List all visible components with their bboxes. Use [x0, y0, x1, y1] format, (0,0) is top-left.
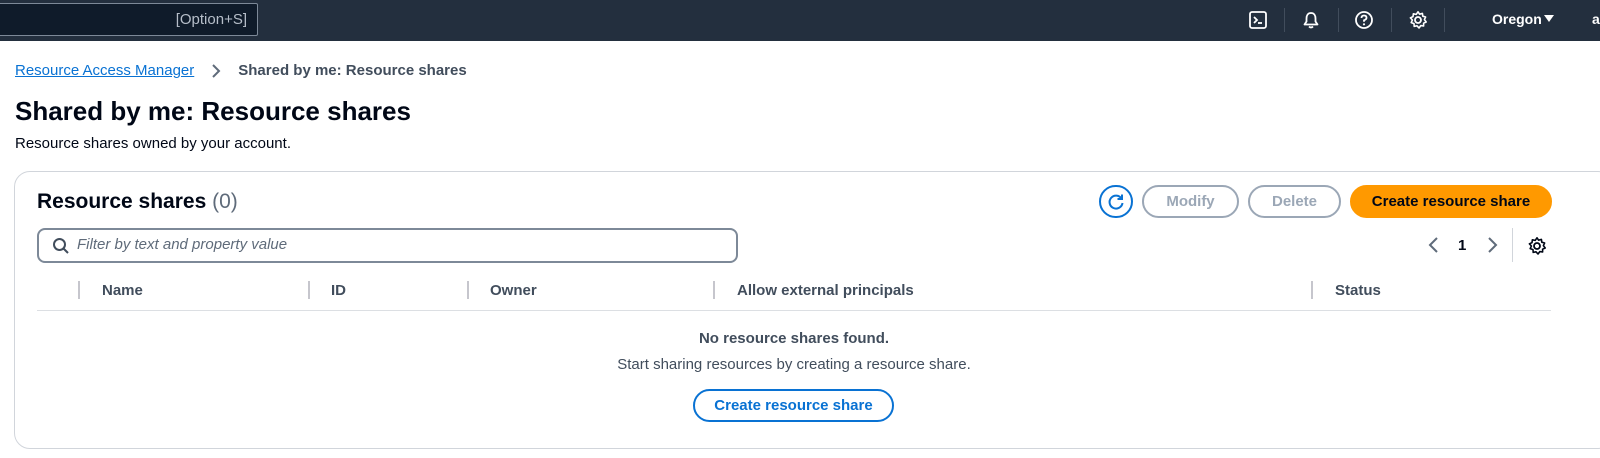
column-header-owner[interactable]: Owner [490, 282, 537, 299]
help-icon[interactable] [1352, 8, 1376, 32]
notifications-bell-icon[interactable] [1299, 8, 1323, 32]
chevron-right-icon [212, 63, 221, 78]
filter-input[interactable] [77, 236, 717, 253]
table-count: (0) [212, 190, 238, 213]
breadcrumb: Resource Access Manager Shared by me: Re… [15, 62, 467, 79]
breadcrumb-current: Shared by me: Resource shares [238, 62, 467, 79]
column-resizer[interactable] [78, 281, 80, 299]
settings-gear-icon[interactable] [1406, 8, 1430, 32]
table-header-divider [37, 310, 1551, 311]
column-resizer[interactable] [713, 281, 715, 299]
table-title: Resource shares [37, 190, 207, 213]
search-icon [53, 238, 69, 254]
filter-field[interactable] [37, 228, 738, 263]
nav-divider [1338, 8, 1339, 32]
cloudshell-icon[interactable] [1246, 8, 1270, 32]
page-title: Shared by me: Resource shares [15, 96, 411, 126]
refresh-button[interactable] [1099, 185, 1133, 218]
column-resizer[interactable] [1311, 281, 1313, 299]
preferences-gear-icon[interactable] [1527, 236, 1547, 256]
top-navigation: [Option+S] Oregon a [0, 0, 1600, 41]
modify-button[interactable]: Modify [1142, 185, 1239, 218]
empty-state-create-button[interactable]: Create resource share [693, 389, 894, 422]
column-resizer[interactable] [308, 281, 310, 299]
search-shortcut-hint: [Option+S] [175, 11, 247, 28]
refresh-icon [1108, 194, 1124, 210]
empty-state-description: Start sharing resources by creating a re… [617, 356, 971, 373]
table-header-title: Resource shares (0) [37, 190, 238, 214]
account-menu[interactable]: a [1592, 11, 1600, 27]
page-description: Resource shares owned by your account. [15, 135, 291, 152]
column-header-status[interactable]: Status [1335, 282, 1381, 299]
nav-divider [1391, 8, 1392, 32]
column-resizer[interactable] [467, 281, 469, 299]
create-resource-share-button[interactable]: Create resource share [1350, 185, 1552, 218]
column-header-allow-external-principals[interactable]: Allow external principals [737, 282, 914, 299]
caret-down-icon[interactable] [1544, 15, 1554, 22]
chevron-left-icon[interactable] [1426, 236, 1440, 254]
column-header-id[interactable]: ID [331, 282, 346, 299]
nav-divider [1444, 8, 1445, 32]
nav-divider [1284, 8, 1285, 32]
region-selector[interactable]: Oregon [1492, 11, 1542, 27]
empty-state-title: No resource shares found. [698, 330, 890, 347]
breadcrumb-link-resource-access-manager[interactable]: Resource Access Manager [15, 62, 194, 79]
pagination-divider [1512, 228, 1513, 262]
delete-button[interactable]: Delete [1248, 185, 1341, 218]
column-header-name[interactable]: Name [102, 282, 143, 299]
chevron-right-icon[interactable] [1486, 236, 1500, 254]
unified-search-input[interactable]: [Option+S] [0, 3, 258, 36]
page-number[interactable]: 1 [1458, 237, 1466, 254]
